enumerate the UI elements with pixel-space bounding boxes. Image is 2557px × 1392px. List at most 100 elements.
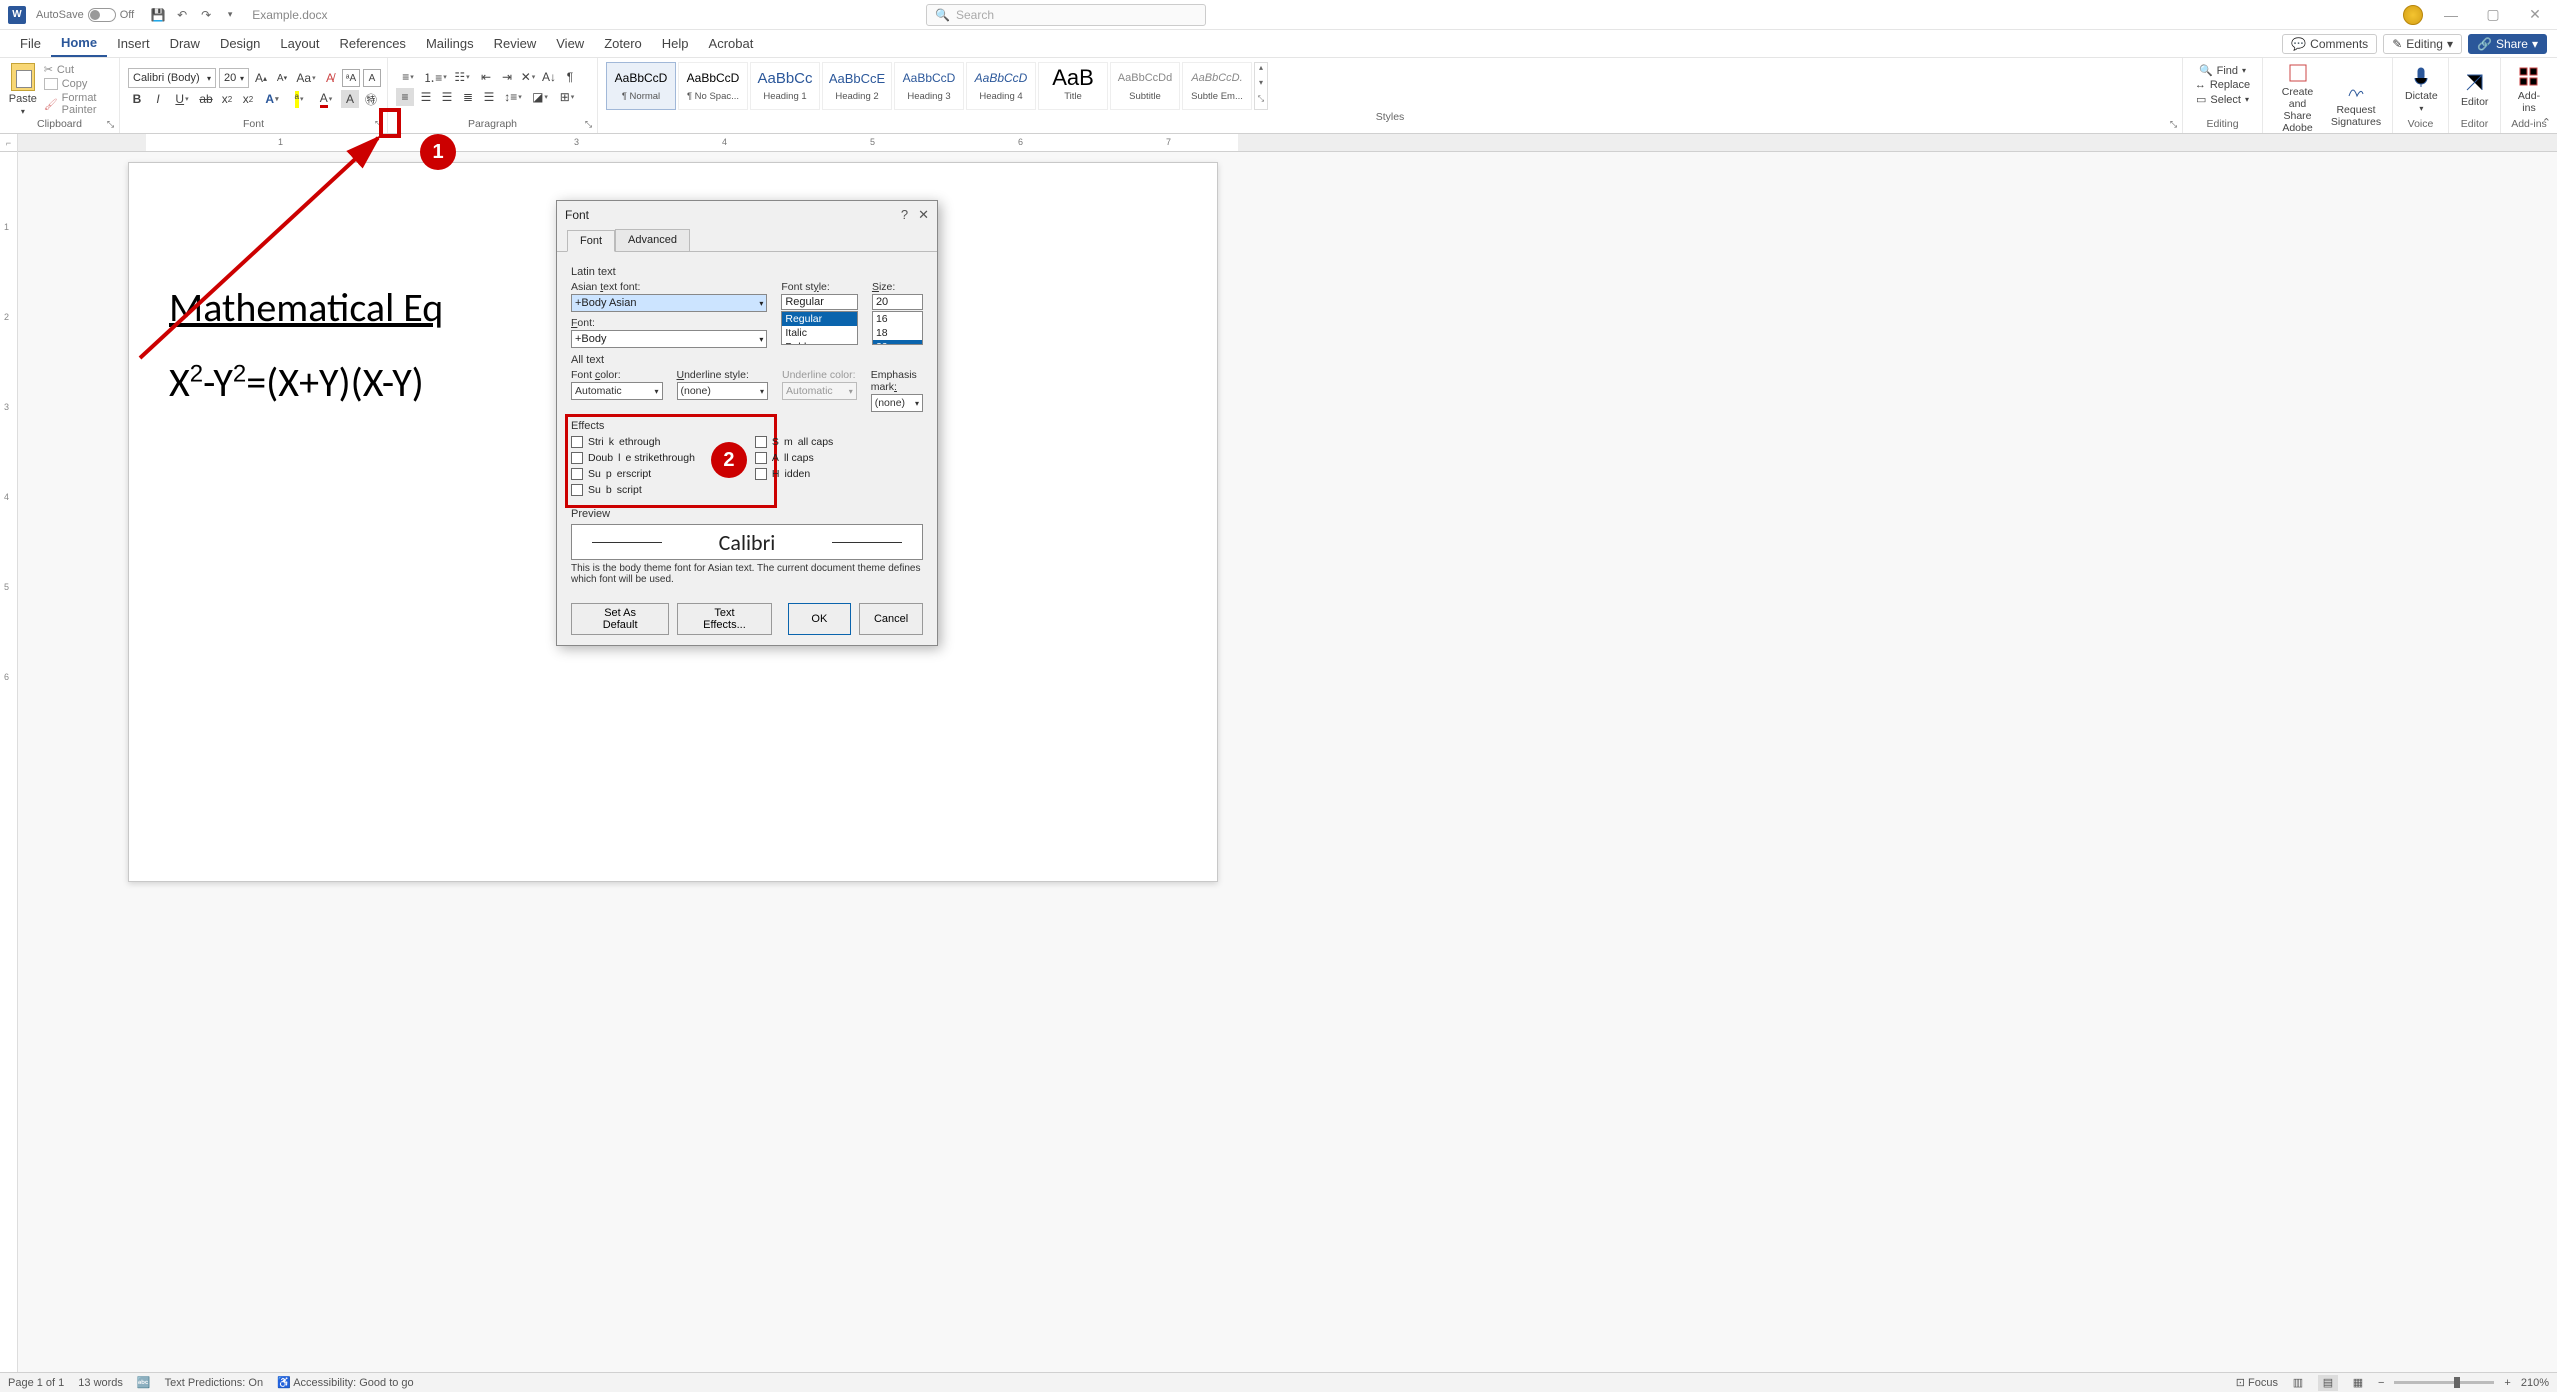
select-button[interactable]: ▭ Select ▾ (2196, 93, 2249, 106)
horizontal-ruler[interactable]: ⌐ 1234567 (0, 134, 2557, 152)
style-card-2[interactable]: AaBbCcHeading 1 (750, 62, 820, 110)
word-count[interactable]: 13 words (78, 1377, 123, 1389)
zoom-out-button[interactable]: − (2378, 1377, 2384, 1389)
comments-button[interactable]: 💬 Comments (2282, 34, 2377, 54)
text-predictions-indicator[interactable]: Text Predictions: On (165, 1377, 263, 1389)
focus-button[interactable]: ⊡ Focus (2236, 1376, 2278, 1389)
character-border-button[interactable]: A (363, 69, 381, 87)
dialog-tab-advanced[interactable]: Advanced (615, 229, 690, 251)
cut-button[interactable]: ✂Cut (44, 63, 111, 76)
page-scroll[interactable]: Mathematical Eq X2-Y2=(X+Y)(X-Y) (18, 152, 2557, 1372)
dialog-close-button[interactable]: ✕ (918, 207, 929, 223)
checkbox-double-strikethrough[interactable]: Double strikethrough (571, 452, 695, 464)
font-style-list[interactable]: Regular Italic Bold (781, 311, 858, 345)
tab-file[interactable]: File (10, 30, 51, 57)
cancel-button[interactable]: Cancel (859, 603, 923, 635)
style-card-0[interactable]: AaBbCcD¶ Normal (606, 62, 676, 110)
borders-button[interactable]: ⊞▾ (555, 88, 579, 106)
tab-mailings[interactable]: Mailings (416, 30, 484, 57)
increase-font-button[interactable]: A▴ (252, 69, 270, 87)
character-shading-button[interactable]: A (341, 90, 359, 108)
checkbox-subscript[interactable]: Subscript (571, 484, 695, 496)
dialog-tab-font[interactable]: Font (567, 230, 615, 252)
change-case-button[interactable]: Aa▾ (294, 69, 318, 87)
strikethrough-button[interactable]: ab (197, 90, 215, 108)
subscript-button[interactable]: x2 (218, 90, 236, 108)
dialog-help-button[interactable]: ? (901, 207, 908, 223)
find-button[interactable]: 🔍 Find ▾ (2199, 64, 2246, 77)
font-style-input[interactable]: Regular (781, 294, 858, 310)
style-card-6[interactable]: AaBTitle (1038, 62, 1108, 110)
copy-button[interactable]: Copy (44, 78, 111, 90)
style-card-1[interactable]: AaBbCcD¶ No Spac... (678, 62, 748, 110)
font-input[interactable]: +Body▾ (571, 330, 767, 348)
accessibility-indicator[interactable]: ♿ Accessibility: Good to go (277, 1376, 414, 1389)
asian-layout-button[interactable]: ✕▾ (519, 68, 537, 86)
redo-icon[interactable]: ↷ (198, 7, 214, 23)
font-dialog-launcher[interactable]: ⤡ (372, 118, 385, 131)
style-card-8[interactable]: AaBbCcD.Subtle Em... (1182, 62, 1252, 110)
zoom-slider[interactable] (2394, 1381, 2494, 1384)
checkbox-hidden[interactable]: Hidden (755, 468, 833, 480)
vertical-ruler[interactable]: 12 34 56 (0, 152, 18, 1372)
format-painter-button[interactable]: 🖌Format Painter (44, 92, 111, 116)
numbering-button[interactable]: ⒈≡▾ (423, 68, 447, 86)
enclose-characters-button[interactable]: ㊕ (362, 90, 380, 108)
zoom-in-button[interactable]: + (2504, 1377, 2510, 1389)
font-color-button[interactable]: A▾ (314, 90, 338, 108)
checkbox-small-caps[interactable]: Small caps (755, 436, 833, 448)
editor-button[interactable]: Editor (2457, 72, 2492, 108)
line-spacing-button[interactable]: ↕≡▾ (501, 88, 525, 106)
user-avatar[interactable] (2403, 5, 2423, 25)
shading-button[interactable]: ◪▾ (528, 88, 552, 106)
tab-draw[interactable]: Draw (160, 30, 210, 57)
undo-icon[interactable]: ↶ (174, 7, 190, 23)
increase-indent-button[interactable]: ⇥ (498, 68, 516, 86)
tab-layout[interactable]: Layout (270, 30, 329, 57)
replace-button[interactable]: ↔ Replace (2195, 79, 2250, 91)
set-default-button[interactable]: Set As Default (571, 603, 669, 635)
bold-button[interactable]: B (128, 90, 146, 108)
tab-acrobat[interactable]: Acrobat (699, 30, 764, 57)
style-card-5[interactable]: AaBbCcDHeading 4 (966, 62, 1036, 110)
align-center-button[interactable]: ☰ (417, 88, 435, 106)
save-icon[interactable]: 💾 (150, 7, 166, 23)
font-name-select[interactable]: Calibri (Body)▾ (128, 68, 216, 88)
dialog-titlebar[interactable]: Font ? ✕ (557, 201, 937, 229)
checkbox-superscript[interactable]: Superscript (571, 468, 695, 480)
tab-view[interactable]: View (546, 30, 594, 57)
justify-button[interactable]: ≣ (459, 88, 477, 106)
ok-button[interactable]: OK (788, 603, 851, 635)
superscript-button[interactable]: x2 (239, 90, 257, 108)
align-left-button[interactable]: ≡ (396, 88, 414, 106)
styles-scroll[interactable]: ▴▾⤡ (1254, 62, 1268, 110)
editing-mode-button[interactable]: ✎ Editing ▾ (2383, 34, 2462, 54)
share-button[interactable]: 🔗 Share ▾ (2468, 34, 2547, 54)
size-input[interactable]: 20 (872, 294, 923, 310)
style-card-4[interactable]: AaBbCcDHeading 3 (894, 62, 964, 110)
tab-insert[interactable]: Insert (107, 30, 160, 57)
checkbox-strikethrough[interactable]: Strikethrough (571, 436, 695, 448)
font-color-combo[interactable]: Automatic▾ (571, 382, 663, 400)
text-effects-button[interactable]: A▾ (260, 90, 284, 108)
decrease-indent-button[interactable]: ⇤ (477, 68, 495, 86)
tab-zotero[interactable]: Zotero (594, 30, 652, 57)
align-right-button[interactable]: ☰ (438, 88, 456, 106)
autosave-toggle[interactable]: AutoSave Off (36, 8, 134, 22)
tab-references[interactable]: References (329, 30, 415, 57)
paste-button[interactable]: Paste ▾ (8, 63, 38, 117)
addins-button[interactable]: Add-ins (2509, 66, 2549, 114)
decrease-font-button[interactable]: A▾ (273, 69, 291, 87)
search-input[interactable]: 🔍 Search (926, 4, 1206, 26)
language-indicator[interactable]: 🔤 (137, 1376, 151, 1389)
collapse-ribbon-button[interactable]: ⌃ (2542, 116, 2551, 129)
clear-formatting-button[interactable]: A̸ (321, 69, 339, 87)
asian-font-input[interactable]: +Body Asian▾ (571, 294, 767, 312)
print-layout-button[interactable]: ▤ (2318, 1375, 2338, 1391)
tab-home[interactable]: Home (51, 30, 107, 57)
size-list[interactable]: 16 18 20 (872, 311, 923, 345)
tab-design[interactable]: Design (210, 30, 270, 57)
zoom-level[interactable]: 210% (2521, 1377, 2549, 1389)
maximize-button[interactable]: ▢ (2479, 5, 2507, 25)
web-layout-button[interactable]: ▦ (2348, 1375, 2368, 1391)
